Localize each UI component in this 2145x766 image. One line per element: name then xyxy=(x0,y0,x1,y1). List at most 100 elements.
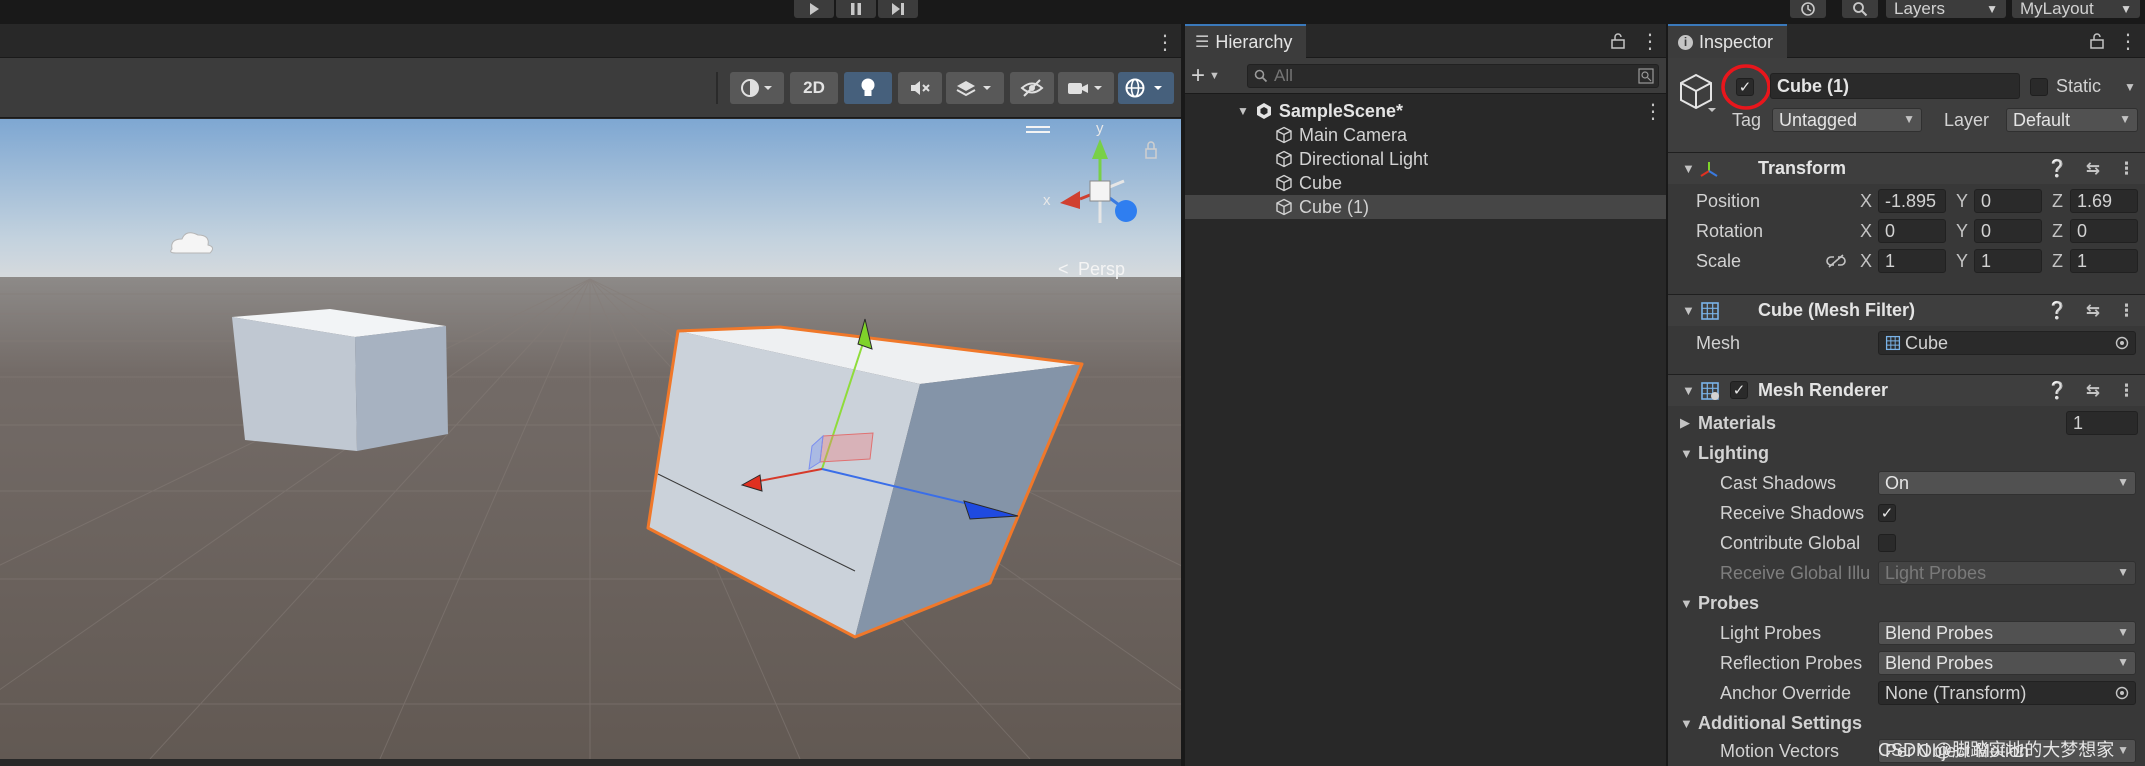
receive-shadows-checkbox[interactable]: ✓ xyxy=(1878,504,1896,522)
axis-y-label[interactable]: Y xyxy=(1956,191,1968,212)
help-icon[interactable]: ❔ xyxy=(2047,381,2068,401)
history-button[interactable] xyxy=(1790,0,1826,18)
mode-2d-button[interactable]: 2D xyxy=(790,72,838,104)
object-name-value: Cube (1) xyxy=(1777,75,1849,96)
link-broken-icon[interactable] xyxy=(1826,253,1846,269)
audio-toggle-button[interactable] xyxy=(898,72,942,104)
help-icon[interactable]: ❔ xyxy=(2047,301,2068,321)
layers-dropdown[interactable]: Layers ▼ xyxy=(1886,0,2006,18)
search-button[interactable] xyxy=(1842,0,1878,18)
layout-dropdown[interactable]: MyLayout ▼ xyxy=(2012,0,2140,18)
object-name-field[interactable]: Cube (1) xyxy=(1770,73,2020,99)
anchor-override-field[interactable]: None (Transform) xyxy=(1878,681,2136,705)
more-options-icon[interactable]: ⋮ xyxy=(1640,29,1660,54)
gameobject-cube-icon[interactable] xyxy=(1678,72,1718,116)
create-button[interactable]: + ▼ xyxy=(1191,64,1233,88)
axis-y-label[interactable]: Y xyxy=(1956,221,1968,242)
foldout-arrow-icon[interactable]: ▼ xyxy=(1682,161,1695,176)
additional-settings-foldout[interactable]: ▼ Additional Settings xyxy=(1668,708,2145,738)
chevron-down-icon[interactable]: ▼ xyxy=(2124,80,2136,94)
axis-x-label[interactable]: X xyxy=(1860,191,1872,212)
light-probes-dropdown[interactable]: Blend Probes xyxy=(1878,621,2136,645)
axis-z-label[interactable]: Z xyxy=(2052,191,2063,212)
persp-label[interactable]: Persp xyxy=(1078,259,1125,279)
object-picker-icon[interactable] xyxy=(2115,686,2129,700)
presets-icon[interactable]: ⇆ xyxy=(2086,159,2100,179)
tag-dropdown[interactable]: Untagged xyxy=(1772,108,1922,132)
object-picker-icon[interactable] xyxy=(2115,336,2129,350)
tab-inspector[interactable]: i Inspector xyxy=(1668,24,1788,58)
position-z-field[interactable]: 1.69 xyxy=(2070,189,2138,213)
foldout-arrow-icon[interactable]: ▼ xyxy=(1682,383,1695,398)
draw-mode-button[interactable] xyxy=(730,72,784,104)
hierarchy-item-main-camera[interactable]: Main Camera xyxy=(1185,123,1666,147)
materials-row[interactable]: ▶ Materials 1 xyxy=(1668,408,2145,438)
foldout-arrow-icon[interactable]: ▼ xyxy=(1680,716,1693,731)
step-button[interactable] xyxy=(878,0,918,18)
hierarchy-search[interactable] xyxy=(1247,64,1659,88)
search-icon xyxy=(1853,2,1868,17)
more-options-icon[interactable]: ⋮ xyxy=(2118,381,2135,401)
search-options-icon[interactable] xyxy=(1638,68,1654,84)
more-options-icon[interactable]: ⋮ xyxy=(2118,301,2135,321)
mesh-renderer-enabled-checkbox[interactable]: ✓ xyxy=(1730,381,1748,399)
hierarchy-scene-row[interactable]: ▼ SampleScene* ⋮ xyxy=(1185,99,1666,123)
rotation-y-field[interactable]: 0 xyxy=(1974,219,2042,243)
presets-icon[interactable]: ⇆ xyxy=(2086,301,2100,321)
axis-z-label[interactable]: Z xyxy=(2052,251,2063,272)
info-icon: i xyxy=(1678,34,1693,50)
materials-count-field[interactable]: 1 xyxy=(2066,411,2138,435)
mesh-renderer-header[interactable]: ▼ ✓ Mesh Renderer ❔ ⇆ ⋮ xyxy=(1668,374,2145,406)
scale-z-field[interactable]: 1 xyxy=(2070,249,2138,273)
axis-z-label[interactable]: Z xyxy=(2052,221,2063,242)
foldout-arrow-icon[interactable]: ▼ xyxy=(1237,104,1249,118)
scene-viewport[interactable]: y x < Persp xyxy=(0,119,1181,759)
search-input[interactable] xyxy=(1274,66,1634,86)
lighting-toggle-button[interactable] xyxy=(844,72,892,104)
mesh-filter-header[interactable]: ▼ Cube (Mesh Filter) ❔ ⇆ ⋮ xyxy=(1668,294,2145,326)
more-options-icon[interactable]: ⋮ xyxy=(1643,99,1663,124)
lock-icon[interactable] xyxy=(1611,33,1625,49)
cast-shadows-dropdown[interactable]: On xyxy=(1878,471,2136,495)
foldout-arrow-icon[interactable]: ▼ xyxy=(1680,446,1693,461)
foldout-arrow-icon[interactable]: ▶ xyxy=(1680,415,1690,431)
position-y-field[interactable]: 0 xyxy=(1974,189,2042,213)
axis-x-label[interactable]: X xyxy=(1860,221,1872,242)
pause-button[interactable] xyxy=(836,0,876,18)
effects-button[interactable] xyxy=(946,72,1004,104)
presets-icon[interactable]: ⇆ xyxy=(2086,381,2100,401)
position-x-field[interactable]: -1.895 xyxy=(1878,189,1946,213)
rotation-z-field[interactable]: 0 xyxy=(2070,219,2138,243)
axis-y-label[interactable]: Y xyxy=(1956,251,1968,272)
axis-x-label[interactable]: X xyxy=(1860,251,1872,272)
lock-icon[interactable] xyxy=(2090,33,2104,49)
static-checkbox[interactable] xyxy=(2030,78,2048,96)
more-options-icon[interactable]: ⋮ xyxy=(1155,30,1175,55)
hierarchy-item-cube-1[interactable]: Cube (1) xyxy=(1185,195,1666,219)
rotation-x-field[interactable]: 0 xyxy=(1878,219,1946,243)
mesh-object-field[interactable]: Cube xyxy=(1878,331,2136,355)
layer-dropdown[interactable]: Default xyxy=(2006,108,2138,132)
gizmos-button[interactable] xyxy=(1118,72,1174,104)
probes-foldout[interactable]: ▼ Probes xyxy=(1668,588,2145,618)
tab-hierarchy[interactable]: ☰ Hierarchy xyxy=(1185,24,1307,58)
more-options-icon[interactable]: ⋮ xyxy=(2118,29,2138,54)
foldout-arrow-icon[interactable]: ▼ xyxy=(1680,596,1693,611)
help-icon[interactable]: ❔ xyxy=(2047,159,2068,179)
reflection-probes-dropdown[interactable]: Blend Probes xyxy=(1878,651,2136,675)
cube-object[interactable] xyxy=(232,309,448,451)
scene-visibility-button[interactable] xyxy=(1010,72,1054,104)
hierarchy-item-directional-light[interactable]: Directional Light xyxy=(1185,147,1666,171)
scale-x-field[interactable]: 1 xyxy=(1878,249,1946,273)
play-button[interactable] xyxy=(794,0,834,18)
chevron-down-icon: ▼ xyxy=(2120,2,2132,16)
cast-shadows-value: On xyxy=(1885,472,1910,493)
more-options-icon[interactable]: ⋮ xyxy=(2118,159,2135,179)
contribute-gi-checkbox[interactable] xyxy=(1878,534,1896,552)
transform-header[interactable]: ▼ Transform ❔ ⇆ ⋮ xyxy=(1668,152,2145,184)
lighting-foldout[interactable]: ▼ Lighting xyxy=(1668,438,2145,468)
camera-settings-button[interactable] xyxy=(1058,72,1114,104)
foldout-arrow-icon[interactable]: ▼ xyxy=(1682,303,1695,318)
hierarchy-item-cube[interactable]: Cube xyxy=(1185,171,1666,195)
scale-y-field[interactable]: 1 xyxy=(1974,249,2042,273)
